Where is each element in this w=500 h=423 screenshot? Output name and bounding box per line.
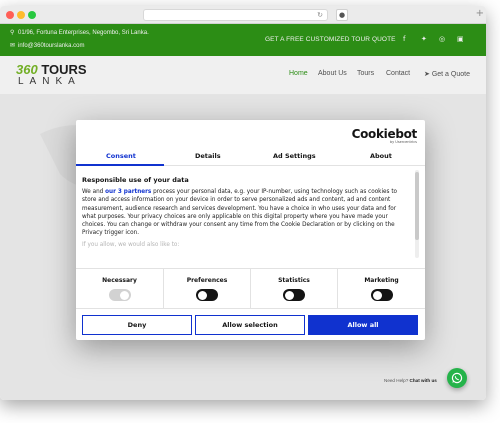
- consent-tabs: Consent Details Ad Settings About: [76, 148, 425, 166]
- toggle-cell-statistics: Statistics: [250, 269, 337, 309]
- consent-scrollbar-thumb[interactable]: [415, 172, 419, 240]
- deny-button[interactable]: Deny: [82, 315, 192, 335]
- consent-body: Responsible use of your data We and our …: [82, 176, 408, 258]
- preferences-toggle[interactable]: [196, 289, 218, 301]
- address-bar[interactable]: ↻: [143, 9, 328, 21]
- consent-text-before: We and: [82, 189, 106, 195]
- toggle-cell-preferences: Preferences: [163, 269, 250, 309]
- reload-icon[interactable]: ↻: [317, 11, 323, 19]
- tab-consent[interactable]: Consent: [106, 152, 136, 160]
- consent-heading: Responsible use of your data: [82, 176, 189, 184]
- toggle-cell-necessary: Necessary: [76, 269, 163, 309]
- toggle-label-statistics: Statistics: [278, 277, 310, 284]
- active-tab-indicator: [76, 164, 164, 166]
- chat-prompt-text: Need Help?: [384, 378, 410, 383]
- new-tab-button[interactable]: +: [476, 8, 484, 19]
- statistics-toggle[interactable]: [283, 289, 305, 301]
- chat-prompt-bold: Chat with us: [409, 378, 437, 383]
- tab-details[interactable]: Details: [195, 152, 221, 160]
- browser-titlebar: ↻ ● +: [0, 6, 486, 24]
- maximize-window-button[interactable]: [28, 11, 36, 19]
- toggle-label-preferences: Preferences: [186, 277, 228, 284]
- toggle-label-necessary: Necessary: [102, 277, 137, 284]
- toggle-label-marketing: Marketing: [364, 277, 399, 284]
- whatsapp-icon: [451, 372, 463, 384]
- consent-text: We and our 3 partners process your perso…: [82, 188, 408, 238]
- partners-link[interactable]: our 3 partners: [105, 189, 151, 195]
- cookiebot-logo: Cookiebot by Usercentrics: [351, 127, 418, 144]
- allow-selection-button[interactable]: Allow selection: [195, 315, 305, 335]
- consent-text-after: process your personal data, e.g. your IP…: [82, 189, 398, 237]
- minimize-window-button[interactable]: [17, 11, 25, 19]
- screenshot-stage: ↻ ● + ⚲ 01/96, Fortuna Enterprises, Negom…: [0, 0, 500, 423]
- close-window-button[interactable]: [6, 11, 14, 19]
- toggle-cell-marketing: Marketing: [337, 269, 425, 309]
- marketing-toggle[interactable]: [370, 289, 393, 301]
- consent-buttons: Deny Allow selection Allow all: [76, 308, 425, 340]
- cookie-consent-dialog: Cookiebot by Usercentrics Consent Detail…: [76, 120, 425, 340]
- cookiebot-brand: Cookiebot: [351, 127, 418, 141]
- whatsapp-chat-button[interactable]: [447, 368, 467, 388]
- allow-all-button[interactable]: Allow all: [308, 315, 418, 335]
- tab-about[interactable]: About: [370, 152, 392, 160]
- necessary-toggle: [108, 289, 131, 301]
- consent-scrollbar[interactable]: [415, 170, 419, 258]
- chat-prompt[interactable]: Need Help? Chat with us: [384, 378, 437, 383]
- tab-ad-settings[interactable]: Ad Settings: [273, 152, 316, 160]
- extension-icon[interactable]: ●: [336, 9, 348, 21]
- consent-toggles: Necessary Preferences Statistics Marketi…: [76, 268, 425, 309]
- consent-faded-text: If you allow, we would also like to:: [82, 241, 180, 248]
